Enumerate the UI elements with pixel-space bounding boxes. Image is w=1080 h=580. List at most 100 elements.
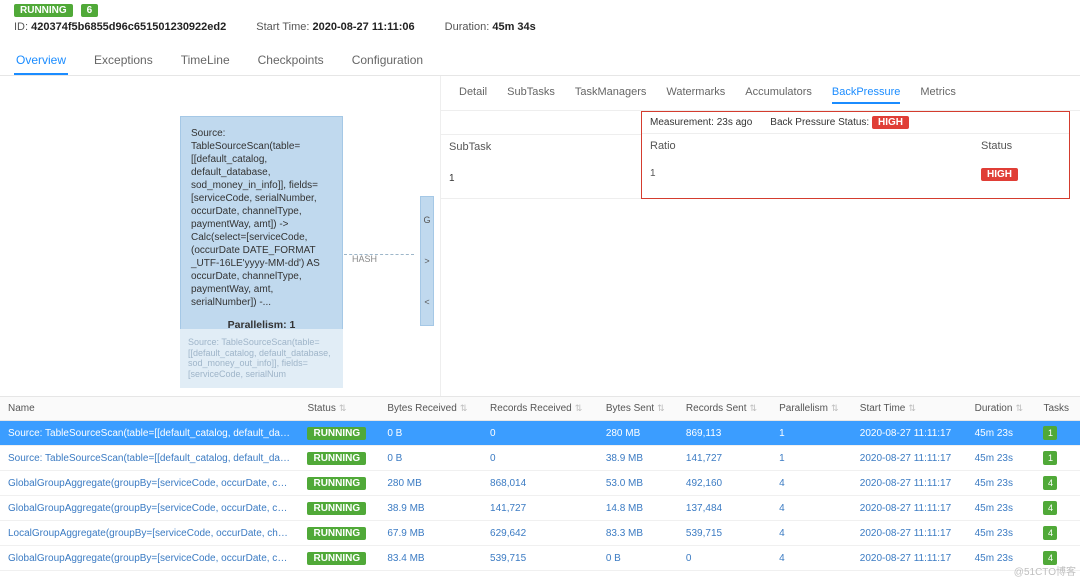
graph-pane[interactable]: Source: TableSourceScan(table=[[default_… [0,76,440,396]
watermark: @51CTO博客 [1014,563,1076,578]
cell-value: 45m 23s [967,446,1036,471]
cell-name: GlobalGroupAggregate(groupBy=[serviceCod… [0,496,299,521]
bp-subtask-cell: 1 [441,159,641,198]
cell-value: 4 [771,471,852,496]
col-start-time[interactable]: Start Time [852,397,967,421]
cell-name: Source: TableSourceScan(table=[[default_… [0,446,299,471]
tab-timeline[interactable]: TimeLine [179,47,232,75]
table-row[interactable]: Source: TableSourceScan(table=[[default_… [0,446,1080,471]
edge-label: HASH [352,254,377,264]
cell-value: 2020-08-27 11:11:17 [852,496,967,521]
cell-value: 539,715 [678,521,771,546]
cell-value: 83.3 MB [598,521,678,546]
cell-value: 2020-08-27 11:11:17 [852,446,967,471]
cell-value: 0 [678,546,771,571]
tasks-badge: 4 [1043,501,1057,515]
cell-value: 38.9 MB [598,446,678,471]
cell-tasks: 4 [1035,471,1080,496]
cell-value: 4 [771,496,852,521]
cell-value: 280 MB [598,421,678,446]
cell-value: 67.9 MB [379,521,482,546]
status-badge: RUNNING [307,552,366,565]
tab-configuration[interactable]: Configuration [350,47,425,75]
graph-node-faded[interactable]: Source: TableSourceScan(table=[[default_… [180,329,343,388]
cell-status: RUNNING [299,496,379,521]
subtab-accumulators[interactable]: Accumulators [745,86,812,104]
cell-value: 141,727 [482,496,598,521]
status-badge: RUNNING [307,452,366,465]
cell-value: 4 [771,521,852,546]
col-parallelism[interactable]: Parallelism [771,397,852,421]
cell-value: 0 [482,421,598,446]
cell-tasks: 4 [1035,496,1080,521]
table-row[interactable]: GlobalGroupAggregate(groupBy=[serviceCod… [0,546,1080,571]
graph-node-source[interactable]: Source: TableSourceScan(table=[[default_… [180,116,343,344]
table-header-row: NameStatusBytes ReceivedRecords Received… [0,397,1080,421]
cell-value: 869,113 [678,421,771,446]
cell-status: RUNNING [299,446,379,471]
cell-value: 2020-08-27 11:11:17 [852,521,967,546]
table-body: Source: TableSourceScan(table=[[default_… [0,421,1080,571]
subtab-backpressure[interactable]: BackPressure [832,86,900,104]
subtab-detail[interactable]: Detail [459,86,487,104]
cell-name: LocalGroupAggregate(groupBy=[serviceCode… [0,521,299,546]
table-row[interactable]: GlobalGroupAggregate(groupBy=[serviceCod… [0,496,1080,521]
cell-value: 4 [771,546,852,571]
tasks-badge: 1 [1043,451,1057,465]
cell-value: 14.8 MB [598,496,678,521]
cell-value: 0 B [598,546,678,571]
col-records-received[interactable]: Records Received [482,397,598,421]
bp-status-label: Back Pressure Status: [770,117,869,128]
cell-value: 2020-08-27 11:11:17 [852,421,967,446]
vertex-table: NameStatusBytes ReceivedRecords Received… [0,396,1080,571]
cell-value: 0 [482,446,598,471]
bp-status-header: Status [981,140,1061,152]
cell-value: 1 [771,421,852,446]
count-badge: 6 [81,4,99,17]
col-bytes-sent[interactable]: Bytes Sent [598,397,678,421]
subtab-watermarks[interactable]: Watermarks [666,86,725,104]
subtab-subtasks[interactable]: SubTasks [507,86,555,104]
col-records-sent[interactable]: Records Sent [678,397,771,421]
bp-subtask-col: SubTask 1 [441,111,641,199]
status-badge: RUNNING [307,502,366,515]
bp-highlight-box: Measurement: 23s ago Back Pressure Statu… [641,111,1070,199]
detail-pane: Detail SubTasks TaskManagers Watermarks … [440,76,1080,396]
cell-value: 38.9 MB [379,496,482,521]
col-tasks[interactable]: Tasks [1035,397,1080,421]
start-label: Start Time: [256,21,309,33]
status-badge: RUNNING [14,4,73,17]
duration-label: Duration: [445,21,490,33]
tasks-badge: 1 [1043,426,1057,440]
cell-status: RUNNING [299,521,379,546]
col-duration[interactable]: Duration [967,397,1036,421]
main-tabs: Overview Exceptions TimeLine Checkpoints… [0,47,1080,76]
table-row[interactable]: LocalGroupAggregate(groupBy=[serviceCode… [0,521,1080,546]
bp-ratio-cell: 1 [650,168,981,181]
table-row[interactable]: Source: TableSourceScan(table=[[default_… [0,421,1080,446]
cell-name: Source: TableSourceScan(table=[[default_… [0,421,299,446]
cell-tasks: 4 [1035,521,1080,546]
col-name[interactable]: Name [0,397,299,421]
cell-value: 629,642 [482,521,598,546]
cell-status: RUNNING [299,421,379,446]
job-id: 420374f5b6855d96c651501230922ed2 [31,21,226,33]
overview-body: Source: TableSourceScan(table=[[default_… [0,76,1080,396]
table-row[interactable]: GlobalGroupAggregate(groupBy=[serviceCod… [0,471,1080,496]
tab-exceptions[interactable]: Exceptions [92,47,155,75]
status-badge: RUNNING [307,427,366,440]
subtab-taskmanagers[interactable]: TaskManagers [575,86,647,104]
cell-value: 2020-08-27 11:11:17 [852,546,967,571]
tab-overview[interactable]: Overview [14,47,68,75]
cell-value: 2020-08-27 11:11:17 [852,471,967,496]
tab-checkpoints[interactable]: Checkpoints [256,47,326,75]
sub-tabs: Detail SubTasks TaskManagers Watermarks … [441,76,1080,111]
cell-name: GlobalGroupAggregate(groupBy=[serviceCod… [0,471,299,496]
col-status[interactable]: Status [299,397,379,421]
graph-node-peek[interactable]: G>< [420,196,434,326]
bp-ratio-header: Ratio [650,140,981,152]
cell-name: GlobalGroupAggregate(groupBy=[serviceCod… [0,546,299,571]
subtab-metrics[interactable]: Metrics [920,86,955,104]
col-bytes-received[interactable]: Bytes Received [379,397,482,421]
cell-value: 45m 23s [967,471,1036,496]
